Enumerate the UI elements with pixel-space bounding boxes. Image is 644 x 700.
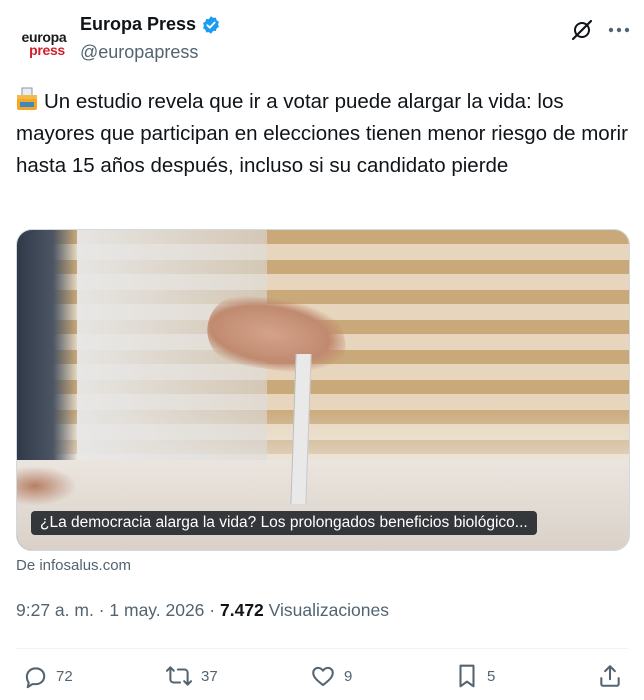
display-name[interactable]: Europa Press <box>80 14 196 35</box>
like-count: 9 <box>344 667 353 685</box>
meta-separator: · <box>98 600 105 620</box>
repost-button[interactable]: 37 <box>165 663 218 689</box>
avatar-logo-line2: press <box>29 42 65 58</box>
author-name-row: Europa Press <box>80 14 221 35</box>
reply-count: 72 <box>56 667 73 685</box>
verified-badge-icon <box>201 15 221 35</box>
tweet-date[interactable]: 1 may. 2026 <box>109 600 204 620</box>
tweet-text: Un estudio revela que ir a votar puede a… <box>16 86 628 182</box>
more-options-icon[interactable] <box>604 16 634 44</box>
tweet-body: Un estudio revela que ir a votar puede a… <box>16 90 628 177</box>
media-card[interactable]: ¿La democracia alarga la vida? Los prolo… <box>16 229 630 551</box>
reply-button[interactable]: 72 <box>22 663 73 689</box>
like-button[interactable]: 9 <box>310 663 352 689</box>
grok-icon[interactable] <box>568 16 596 44</box>
media-photo-hand-left <box>17 466 77 506</box>
repost-count: 37 <box>201 667 218 685</box>
avatar[interactable]: europa press <box>16 16 72 72</box>
media-photo-ballot-box <box>17 460 629 550</box>
views-label: Visualizaciones <box>268 600 389 620</box>
bookmark-count: 5 <box>487 667 496 685</box>
divider <box>16 648 628 649</box>
views-count: 7.472 <box>220 600 264 620</box>
tweet-meta: 9:27 a. m. · 1 may. 2026 · 7.472 Visuali… <box>16 600 389 621</box>
bookmark-button[interactable]: 5 <box>455 663 495 689</box>
ballot-box-icon <box>16 87 38 111</box>
link-source[interactable]: De infosalus.com <box>16 557 131 574</box>
reply-icon <box>22 663 48 689</box>
tweet-time[interactable]: 9:27 a. m. <box>16 600 94 620</box>
media-caption[interactable]: ¿La democracia alarga la vida? Los prolo… <box>31 511 537 535</box>
meta-separator: · <box>209 600 216 620</box>
bookmark-icon <box>455 663 479 689</box>
repost-icon <box>165 663 193 689</box>
author-handle[interactable]: @europapress <box>80 42 198 63</box>
heart-icon <box>310 663 336 689</box>
share-button[interactable] <box>597 663 623 689</box>
share-icon <box>597 663 623 689</box>
